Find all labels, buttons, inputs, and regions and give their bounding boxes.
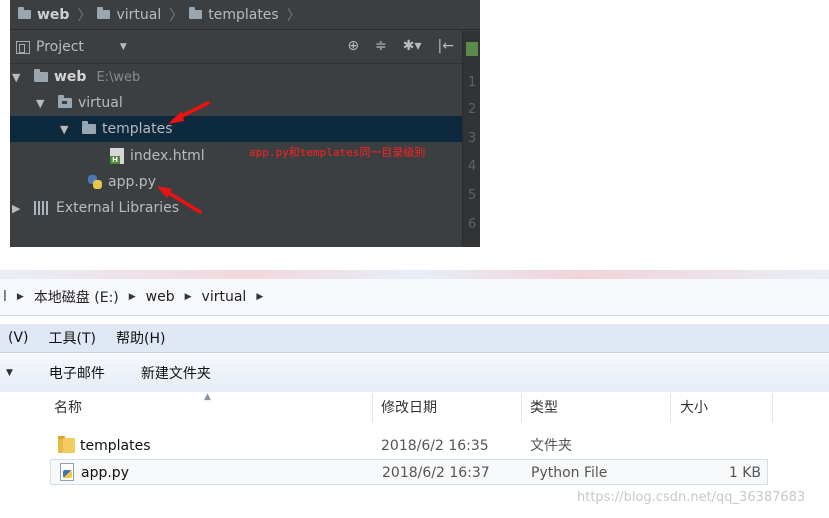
file-date: 2018/6/2 16:37 xyxy=(382,465,490,481)
menu-help[interactable]: 帮助(H) xyxy=(116,328,165,348)
python-file-icon xyxy=(60,463,74,481)
window-title-strip xyxy=(0,270,829,279)
address-segment-drive[interactable]: 本地磁盘 (E:) xyxy=(34,287,119,307)
file-type: Python File xyxy=(531,465,608,481)
address-segment-virtual[interactable]: virtual xyxy=(202,289,247,305)
menu-view[interactable]: (V) xyxy=(8,330,29,346)
file-row-templates[interactable]: templates 2018/6/2 16:35 文件夹 xyxy=(50,433,768,459)
column-size[interactable]: 大小 xyxy=(680,392,708,424)
column-header: ▲ 名称 修改日期 类型 大小 xyxy=(0,392,829,424)
address-segment-partial[interactable]: l xyxy=(3,289,7,305)
file-type: 文件夹 xyxy=(530,438,572,454)
chevron-right-icon[interactable]: ▶ xyxy=(17,292,24,302)
column-type[interactable]: 类型 xyxy=(530,392,558,424)
annotation-arrows xyxy=(157,101,210,214)
column-divider[interactable] xyxy=(772,394,773,422)
new-folder-button[interactable]: 新建文件夹 xyxy=(141,363,211,383)
menu-tools[interactable]: 工具(T) xyxy=(49,328,96,348)
red-arrow-icon xyxy=(157,186,202,214)
menu-bar: (V) 工具(T) 帮助(H) xyxy=(0,324,829,353)
column-date[interactable]: 修改日期 xyxy=(381,392,437,424)
sort-ascending-icon: ▲ xyxy=(204,392,211,402)
chevron-right-icon[interactable]: ▶ xyxy=(129,292,136,302)
chevron-right-icon[interactable]: ▶ xyxy=(256,292,263,302)
column-divider[interactable] xyxy=(372,394,373,422)
chevron-down-icon[interactable]: ▼ xyxy=(6,368,13,378)
file-row-app-py[interactable]: app.py 2018/6/2 16:37 Python File 1 KB xyxy=(50,459,768,485)
file-date: 2018/6/2 16:35 xyxy=(381,438,489,454)
command-bar: ▼ 电子邮件 新建文件夹 xyxy=(0,354,829,393)
column-divider[interactable] xyxy=(521,394,522,422)
file-explorer-window: l ▶ 本地磁盘 (E:) ▶ web ▶ virtual ▶ (V) 工具(T… xyxy=(0,270,829,518)
file-name: templates xyxy=(80,438,151,454)
file-size: 1 KB xyxy=(728,465,761,481)
address-bar[interactable]: l ▶ 本地磁盘 (E:) ▶ web ▶ virtual ▶ xyxy=(0,279,829,316)
column-name[interactable]: 名称 xyxy=(54,392,82,424)
chevron-right-icon[interactable]: ▶ xyxy=(185,292,192,302)
watermark-text: https://blog.csdn.net/qq_36387683 xyxy=(577,490,806,505)
column-divider[interactable] xyxy=(670,394,671,422)
email-button[interactable]: 电子邮件 xyxy=(49,363,105,383)
folder-icon xyxy=(58,436,75,453)
file-name: app.py xyxy=(81,465,129,481)
ide-project-panel: web 〉 virtual 〉 templates 〉 Project ▼ ⊕ … xyxy=(10,0,480,247)
red-arrow-icon xyxy=(168,101,210,124)
address-segment-web[interactable]: web xyxy=(146,289,175,305)
